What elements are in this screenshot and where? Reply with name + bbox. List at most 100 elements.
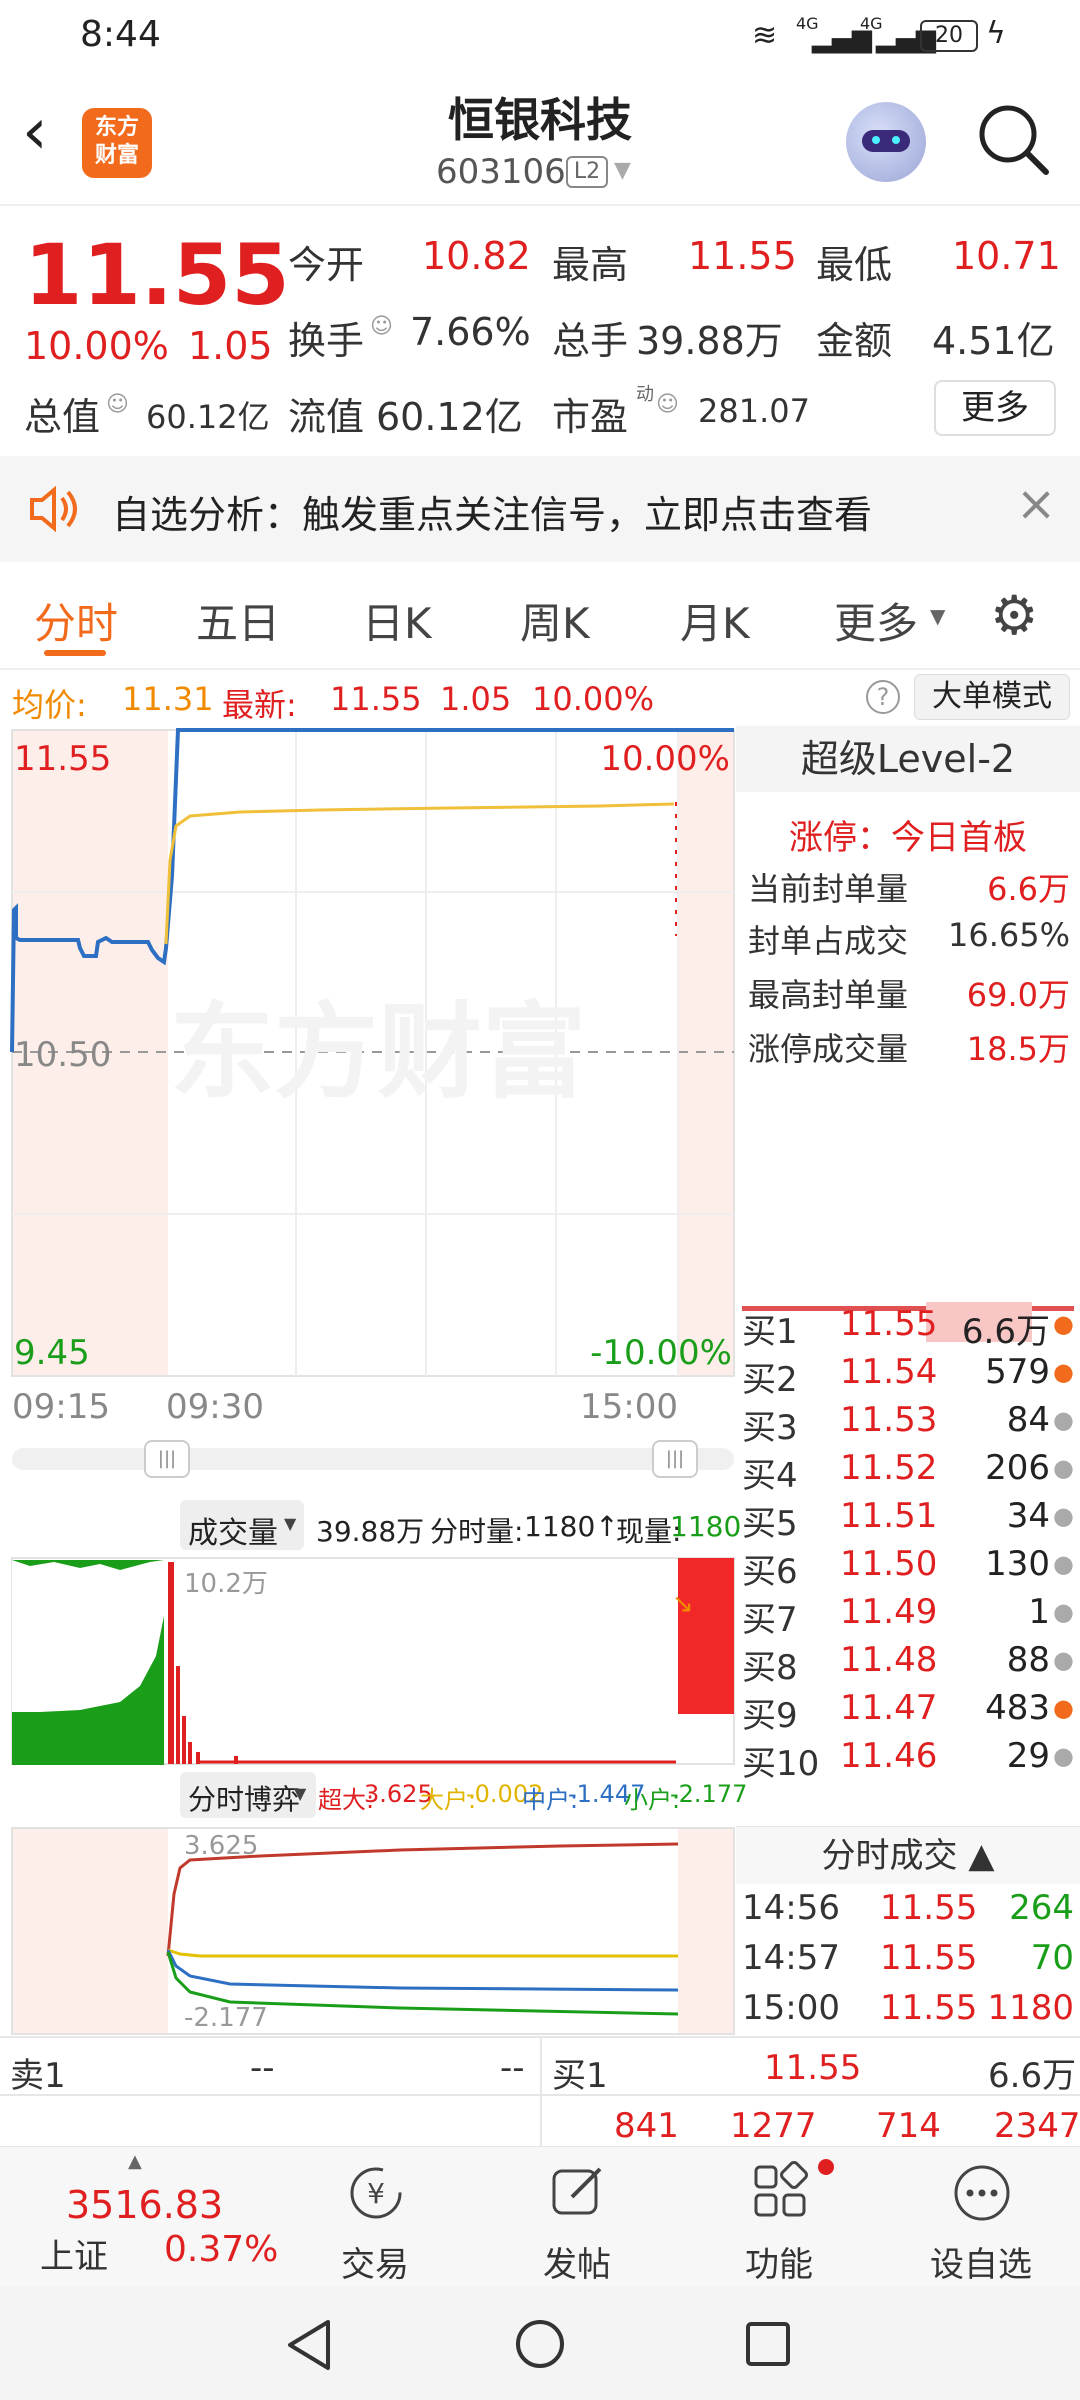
more-circle-icon — [954, 2165, 1010, 2221]
queue-order: 2347 — [994, 2106, 1080, 2146]
trade-ticks: 分时成交 ▲ 14:56 11.55 264 14:57 11.55 70 15… — [736, 1826, 1080, 2034]
pe-sup: 动 — [636, 384, 654, 405]
time-open: 09:30 — [166, 1387, 264, 1427]
order-book-row[interactable]: 买8 11.48 88 ● — [736, 1636, 1080, 1688]
fenshi-volume: 1180↑ — [524, 1510, 619, 1543]
stock-header: ‹ 东方 财富 恒银科技 603106 L2 ▼ — [0, 72, 1080, 206]
nav-add-watchlist[interactable]: 设自选 — [906, 2147, 1056, 2287]
trade-price: 11.55 — [880, 1988, 978, 2028]
float-label: 流值 — [288, 395, 365, 439]
app-logo[interactable]: 东方 财富 — [82, 108, 152, 178]
order-book-row[interactable]: 买5 11.51 34 ● — [736, 1492, 1080, 1544]
level2-row-value: 18.5万 — [966, 1030, 1070, 1068]
robot-avatar-icon[interactable] — [846, 102, 926, 182]
dropdown-icon: ▼ — [294, 1784, 307, 1803]
order-book-row[interactable]: 买10 11.46 29 ● — [736, 1732, 1080, 1784]
nav-label: 功能 — [745, 2245, 813, 2285]
volume-value: 39.88万 — [636, 319, 783, 363]
search-icon[interactable] — [976, 102, 1052, 178]
tab-more[interactable]: 更多 — [834, 590, 918, 651]
intraday-chart[interactable]: 东方财富 11.55 10.50 9.45 10.00% -10.00% 09:… — [0, 726, 736, 1446]
level2-title[interactable]: 超级Level-2 — [736, 726, 1080, 792]
order-book-row[interactable]: 买9 11.47 483 ● — [736, 1684, 1080, 1736]
home-nav-icon[interactable] — [514, 2318, 566, 2370]
level2-row-label: 涨停成交量 — [748, 1030, 909, 1068]
stock-code: 603106 — [436, 152, 566, 192]
recents-nav-icon[interactable] — [744, 2320, 792, 2368]
time-end: 15:00 — [580, 1387, 678, 1427]
index-ticker[interactable]: ▲ 3516.83 上证 0.37% — [0, 2147, 280, 2287]
info-icon[interactable]: ☺ — [370, 314, 393, 339]
avg-value: 11.31 — [122, 680, 214, 718]
back-icon[interactable]: ‹ — [22, 100, 48, 164]
small-value: -2.177 — [670, 1780, 748, 1808]
buy1-volume: 6.6万 — [988, 2056, 1077, 2096]
dropdown-icon: ▼ — [930, 604, 946, 628]
time-range-slider[interactable]: ||| ||| — [12, 1440, 734, 1478]
level2-row-label: 最高封单量 — [748, 976, 909, 1014]
tab-five-day[interactable]: 五日 — [196, 590, 280, 651]
notice-banner[interactable]: 自选分析：触发重点关注信号，立即点击查看 × — [0, 456, 1080, 562]
mcap-label: 总值 — [24, 395, 101, 439]
current-price: 11.55 — [24, 226, 290, 324]
volume-selector[interactable]: 成交量 ▼ — [180, 1500, 304, 1551]
open-value: 10.82 — [422, 234, 531, 278]
amount-value: 4.51亿 — [932, 319, 1055, 363]
more-button[interactable]: 更多 — [934, 380, 1056, 436]
nav-functions[interactable]: 功能 — [704, 2147, 854, 2287]
latest-change: 1.05 — [440, 680, 512, 718]
info-icon[interactable]: ☺ — [106, 392, 129, 417]
back-nav-icon[interactable] — [284, 2318, 334, 2372]
trade-time: 14:57 — [742, 1938, 840, 1978]
level2-panel: 超级Level-2 涨停：今日首板 当前封单量 6.6万 封单占成交 16.65… — [736, 726, 1080, 1311]
order-book-row[interactable]: 买6 11.50 130 ● — [736, 1540, 1080, 1592]
watermark: 东方财富 — [170, 991, 586, 1113]
order-book-row[interactable]: 买3 11.53 84 ● — [736, 1396, 1080, 1448]
tab-day-k[interactable]: 日K — [362, 590, 432, 651]
arrow-icon: ↘ — [672, 1589, 694, 1619]
capital-flow-chart[interactable]: 3.625 -2.177 — [0, 1826, 736, 2036]
tab-month-k[interactable]: 月K — [680, 590, 750, 651]
trades-title[interactable]: 分时成交 ▲ — [736, 1826, 1080, 1884]
big-order-mode-button[interactable]: 大单模式 — [914, 674, 1070, 720]
game-selector[interactable]: 分时博弈 ▼ — [180, 1772, 316, 1818]
amount-label: 金额 — [816, 319, 893, 363]
trade-price: 11.55 — [880, 1888, 978, 1928]
gear-icon[interactable]: ⚙ — [990, 584, 1038, 647]
chart-info-bar: 均价: 11.31 最新: 11.55 1.05 10.00% ? 大单模式 — [0, 670, 1080, 726]
slider-handle-right[interactable]: ||| — [652, 1440, 698, 1478]
info-icon[interactable]: ☺ — [656, 392, 679, 417]
change-pct: 10.00% — [24, 324, 169, 368]
pct-axis-top: 10.00% — [600, 739, 730, 779]
index-name: 上证 — [40, 2237, 108, 2277]
dropdown-icon[interactable]: ▼ — [614, 158, 631, 183]
volume-chart[interactable]: 10.2万 ↘ — [0, 1556, 736, 1766]
close-icon[interactable]: × — [1016, 476, 1056, 532]
order-book-row[interactable]: 买7 11.49 1 ● — [736, 1588, 1080, 1640]
current-volume: 1180 — [670, 1510, 742, 1543]
caret-up-icon: ▲ — [128, 2151, 142, 2172]
nav-trade[interactable]: ¥ 交易 — [300, 2147, 450, 2287]
stock-name: 恒银科技 — [448, 93, 632, 147]
order-book-row[interactable]: 买4 11.52 206 ● — [736, 1444, 1080, 1496]
nav-post[interactable]: 发帖 — [502, 2147, 652, 2287]
speaker-icon — [30, 486, 77, 532]
slider-handle-left[interactable]: ||| — [144, 1440, 190, 1478]
volume-label: 总手 — [552, 319, 629, 363]
level2-badge: L2 — [566, 156, 608, 188]
help-icon[interactable]: ? — [866, 680, 900, 714]
tab-week-k[interactable]: 周K — [520, 590, 590, 651]
turnover-value: 7.66% — [410, 310, 531, 354]
open-label: 今开 — [288, 243, 365, 287]
level2-row-value: 16.65% — [947, 916, 1070, 954]
y-axis-bottom: 9.45 — [14, 1333, 90, 1373]
order-book-row[interactable]: 买2 11.54 579 ● — [736, 1348, 1080, 1400]
order-book-row[interactable]: 买1 11.55 6.6万 ● — [736, 1300, 1080, 1352]
active-tab-indicator — [44, 650, 106, 656]
tab-fenshi[interactable]: 分时 — [34, 590, 118, 651]
float-value: 60.12亿 — [376, 395, 523, 439]
queue-order: 841 — [614, 2106, 679, 2146]
level2-row-value: 69.0万 — [966, 976, 1070, 1014]
volume-total: 39.88万 — [316, 1515, 425, 1548]
flow-y-bottom: -2.177 — [184, 2003, 268, 2033]
